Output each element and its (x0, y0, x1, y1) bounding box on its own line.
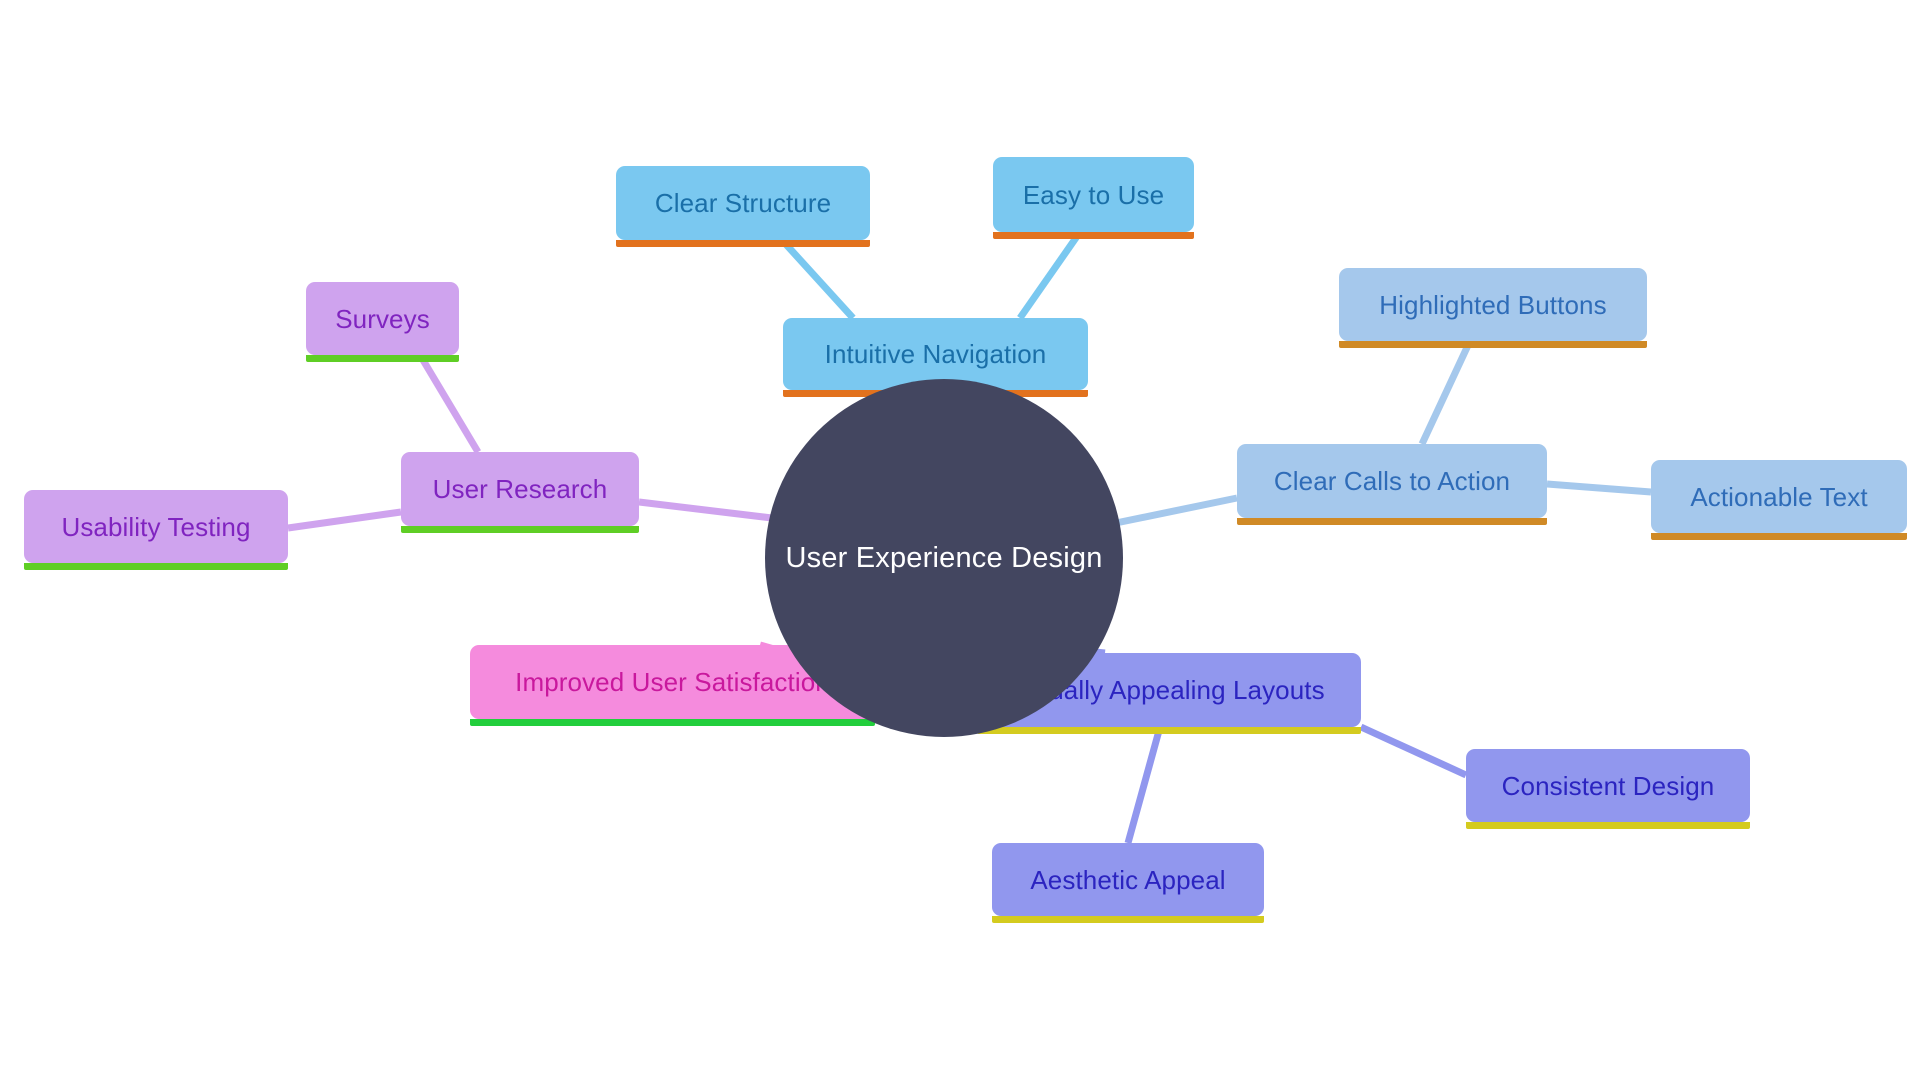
node-aesthetic-appeal[interactable]: Aesthetic Appeal (992, 843, 1264, 923)
node-easy-to-use[interactable]: Easy to Use (993, 157, 1194, 239)
edge-center-to-user-research (638, 498, 773, 522)
node-accent-bar-actionable-text (1651, 533, 1907, 540)
node-label-aesthetic-appeal: Aesthetic Appeal (1030, 864, 1226, 895)
node-accent-bar-usability-testing (24, 563, 288, 570)
node-accent-bar-user-research (401, 526, 639, 533)
node-label-highlighted-buttons: Highlighted Buttons (1379, 289, 1607, 320)
edge-clear-calls-to-action-to-actionable-text (1546, 480, 1652, 496)
edge-intuitive-navigation-to-clear-structure (779, 237, 856, 321)
node-label-surveys: Surveys (335, 303, 430, 334)
node-surveys[interactable]: Surveys (306, 282, 459, 362)
node-highlighted-buttons[interactable]: Highlighted Buttons (1339, 268, 1647, 348)
node-accent-bar-aesthetic-appeal (992, 916, 1264, 923)
central-node-label: User Experience Design (785, 541, 1103, 574)
node-accent-bar-improved-user-satisfaction (470, 719, 875, 726)
mindmap-canvas: Intuitive Navigation Clear Structure Easy … (0, 0, 1920, 1080)
edge-user-research-to-usability-testing (287, 508, 402, 532)
node-label-user-research: User Research (432, 474, 608, 504)
edge-visually-appealing-layouts-to-aesthetic-appeal (1124, 726, 1164, 844)
node-accent-bar-surveys (306, 355, 459, 362)
node-accent-bar-visually-appealing-layouts (977, 727, 1361, 734)
node-label-clear-calls-to-action: Clear Calls to Action (1273, 466, 1511, 496)
edge-visually-appealing-layouts-to-consistent-design (1359, 723, 1468, 779)
node-label-usability-testing: Usability Testing (61, 511, 251, 542)
node-accent-bar-highlighted-buttons (1339, 341, 1647, 348)
node-label-improved-user-satisfaction: Improved User Satisfaction (515, 667, 830, 697)
edge-user-research-to-surveys (416, 353, 482, 454)
node-accent-bar-easy-to-use (993, 232, 1194, 239)
edge-center-to-clear-calls-to-action (1110, 494, 1238, 528)
node-label-easy-to-use: Easy to Use (1022, 179, 1165, 210)
node-label-actionable-text: Actionable Text (1690, 481, 1868, 512)
node-actionable-text[interactable]: Actionable Text (1651, 460, 1907, 540)
node-accent-bar-clear-calls-to-action (1237, 518, 1547, 525)
node-consistent-design[interactable]: Consistent Design (1466, 749, 1750, 829)
edge-clear-calls-to-action-to-highlighted-buttons (1418, 339, 1474, 446)
node-accent-bar-clear-structure (616, 240, 870, 247)
node-clear-structure[interactable]: Clear Structure (616, 166, 870, 247)
node-label-intuitive-navigation: Intuitive Navigation (824, 339, 1047, 369)
node-usability-testing[interactable]: Usability Testing (24, 490, 288, 570)
node-label-consistent-design: Consistent Design (1501, 770, 1715, 801)
node-clear-calls-to-action[interactable]: Clear Calls to Action (1237, 444, 1547, 525)
node-label-clear-structure: Clear Structure (654, 188, 832, 218)
node-user-research[interactable]: User Research (401, 452, 639, 533)
central-node-user-experience-design[interactable]: User Experience Design (765, 379, 1123, 737)
node-accent-bar-consistent-design (1466, 822, 1750, 829)
edge-intuitive-navigation-to-easy-to-use (1017, 229, 1083, 321)
